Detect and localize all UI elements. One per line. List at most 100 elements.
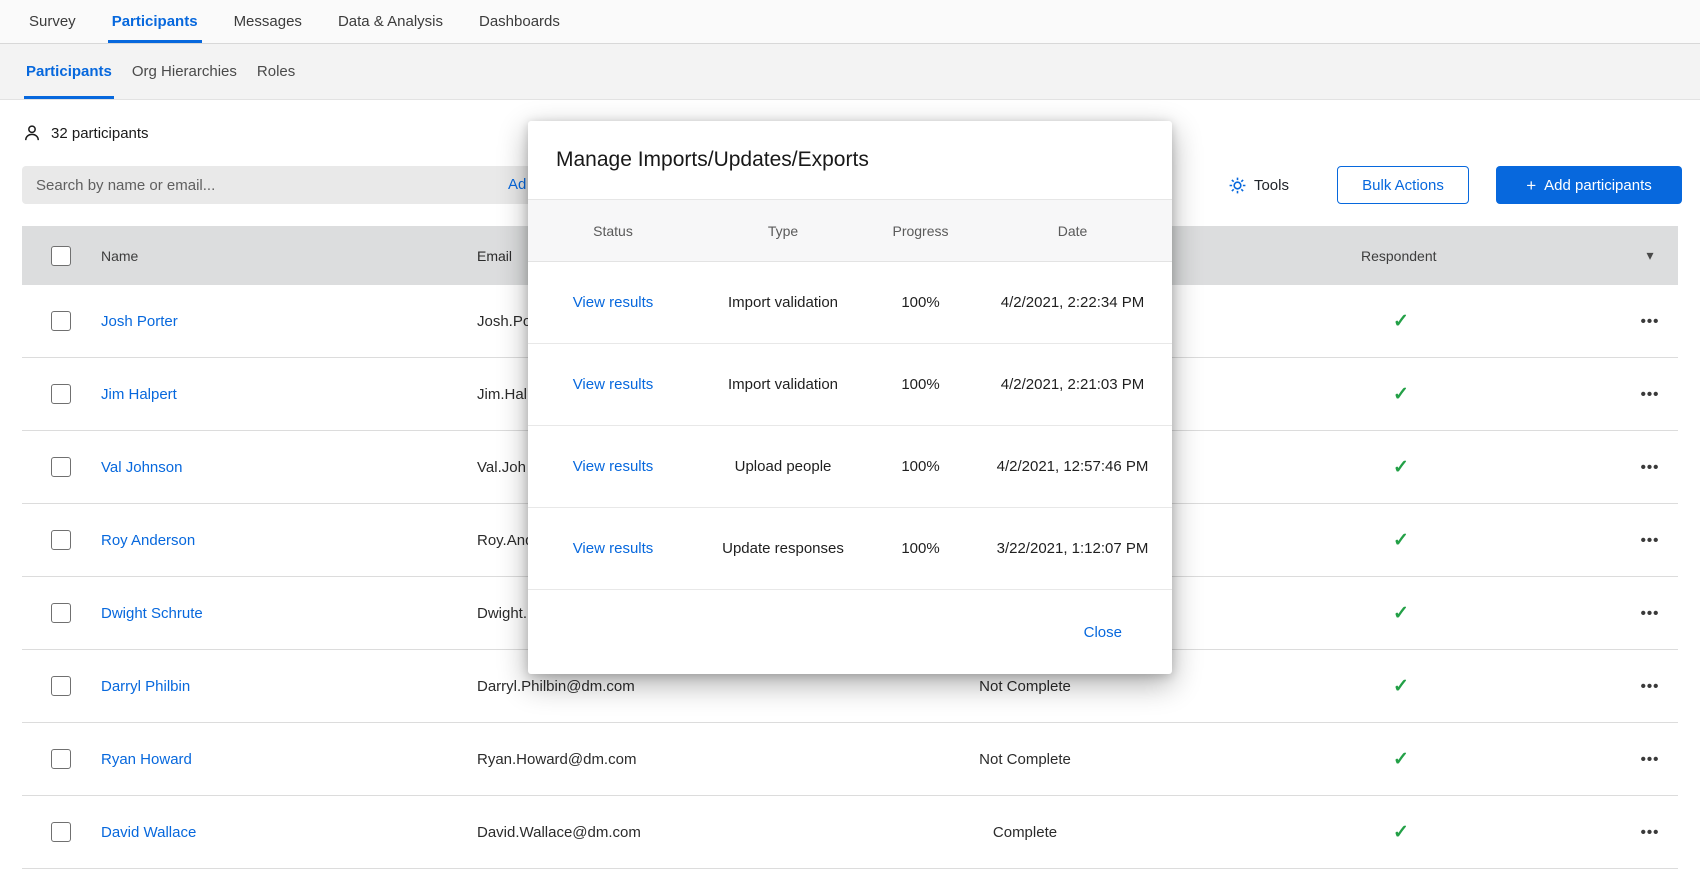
advanced-search-link[interactable]: Ad [508,176,526,193]
table-row: Ryan HowardRyan.Howard@dm.comNot Complet… [22,723,1678,796]
check-icon: ✓ [1393,748,1409,771]
modal-progress-cell: 100% [868,458,973,475]
participant-name-cell: Jim Halpert [101,386,477,403]
participant-name-link[interactable]: Dwight Schrute [101,605,203,622]
row-actions-cell: ••• [1622,459,1678,476]
modal-date-cell: 4/2/2021, 2:22:34 PM [973,294,1172,311]
chevron-down-icon[interactable]: ▾ [1646,247,1653,264]
participant-name-link[interactable]: David Wallace [101,824,196,841]
secondary-nav: Participants Org Hierarchies Roles [0,44,1700,100]
modal-progress-cell: 100% [868,294,973,311]
row-actions-button[interactable]: ••• [1641,532,1660,549]
subnav-tab-participants[interactable]: Participants [26,44,112,99]
row-check-cell [22,457,101,477]
view-results-link[interactable]: View results [573,458,654,475]
row-actions-button[interactable]: ••• [1641,386,1660,403]
row-checkbox[interactable] [51,457,71,477]
nav-tab-messages[interactable]: Messages [234,0,302,43]
row-actions-button[interactable]: ••• [1641,824,1660,841]
participant-name-cell: Roy Anderson [101,532,477,549]
modal-close-button[interactable]: Close [1084,624,1122,641]
modal-column-header-type: Type [698,223,868,239]
row-actions-cell: ••• [1622,678,1678,695]
add-participants-button[interactable]: + Add participants [1496,166,1682,204]
modal-column-header-progress: Progress [868,223,973,239]
manage-imports-modal: Manage Imports/Updates/Exports StatusTyp… [528,121,1172,674]
subnav-tab-roles[interactable]: Roles [257,44,295,99]
row-actions-button[interactable]: ••• [1641,605,1660,622]
modal-table-body: View resultsImport validation100%4/2/202… [528,262,1172,590]
nav-tab-dashboards[interactable]: Dashboards [479,0,560,43]
search-box: Ad [22,166,582,204]
modal-table-row: View resultsImport validation100%4/2/202… [528,344,1172,426]
row-check-cell [22,311,101,331]
row-actions-button[interactable]: ••• [1641,313,1660,330]
modal-title: Manage Imports/Updates/Exports [528,121,1172,200]
respondent-cell: ✓ [1145,529,1622,552]
check-icon: ✓ [1393,602,1409,625]
column-header-name[interactable]: Name [101,248,477,264]
row-actions-cell: ••• [1622,824,1678,841]
participant-name-cell: Josh Porter [101,313,477,330]
nav-tab-participants[interactable]: Participants [112,0,198,43]
respondent-cell: ✓ [1145,383,1622,406]
row-actions-cell: ••• [1622,386,1678,403]
participant-name-link[interactable]: Josh Porter [101,313,178,330]
modal-table-row: View resultsUpdate responses100%3/22/202… [528,508,1172,590]
modal-footer: Close [528,590,1172,674]
check-icon: ✓ [1393,310,1409,333]
row-checkbox[interactable] [51,822,71,842]
modal-date-cell: 3/22/2021, 1:12:07 PM [973,540,1172,557]
participant-name-cell: Darryl Philbin [101,678,477,695]
row-actions-cell: ••• [1622,532,1678,549]
select-all-checkbox[interactable] [51,246,71,266]
respondent-cell: ✓ [1145,675,1622,698]
row-actions-button[interactable]: ••• [1641,678,1660,695]
row-check-cell [22,530,101,550]
row-checkbox[interactable] [51,749,71,769]
modal-status-cell: View results [528,376,698,393]
modal-type-cell: Import validation [698,294,868,311]
row-check-cell [22,822,101,842]
modal-status-cell: View results [528,294,698,311]
header-check-cell [22,246,101,266]
search-input[interactable] [22,177,482,194]
respondent-cell: ✓ [1145,310,1622,333]
check-icon: ✓ [1393,529,1409,552]
participants-count-label: 32 participants [51,125,149,142]
check-icon: ✓ [1393,821,1409,844]
column-header-respondent[interactable]: Respondent [1145,248,1622,264]
modal-table-row: View results Upload people100%4/2/2021, 1… [528,426,1172,508]
participant-name-link[interactable]: Val Johnson [101,459,182,476]
row-actions-button[interactable]: ••• [1641,459,1660,476]
modal-table-header: StatusTypeProgressDate [528,200,1172,262]
subnav-tab-org-hierarchies[interactable]: Org Hierarchies [132,44,237,99]
view-results-link[interactable]: View results [573,376,654,393]
nav-tab-survey[interactable]: Survey [29,0,76,43]
row-actions-cell: ••• [1622,605,1678,622]
modal-type-cell: Upload people [698,458,868,475]
row-checkbox[interactable] [51,384,71,404]
view-results-link[interactable]: View results [573,540,654,557]
person-icon [22,123,42,143]
row-actions-button[interactable]: ••• [1641,751,1660,768]
tools-label: Tools [1254,177,1289,194]
bulk-actions-button[interactable]: Bulk Actions [1337,166,1469,204]
row-checkbox[interactable] [51,311,71,331]
participant-name-link[interactable]: Darryl Philbin [101,678,190,695]
participant-name-link[interactable]: Ryan Howard [101,751,192,768]
tools-button[interactable]: Tools [1228,176,1289,195]
nav-tab-data-analysis[interactable]: Data & Analysis [338,0,443,43]
participant-email: Darryl.Philbin@dm.com [477,678,905,695]
view-results-link[interactable]: View results [573,294,654,311]
row-checkbox[interactable] [51,603,71,623]
row-checkbox[interactable] [51,676,71,696]
modal-date-cell: 4/2/2021, 12:57:46 PM [973,458,1172,475]
plus-icon: + [1526,177,1536,194]
participant-name-link[interactable]: Jim Halpert [101,386,177,403]
row-checkbox[interactable] [51,530,71,550]
modal-progress-cell: 100% [868,376,973,393]
participant-status: Complete [905,824,1145,841]
row-check-cell [22,676,101,696]
participant-name-link[interactable]: Roy Anderson [101,532,195,549]
